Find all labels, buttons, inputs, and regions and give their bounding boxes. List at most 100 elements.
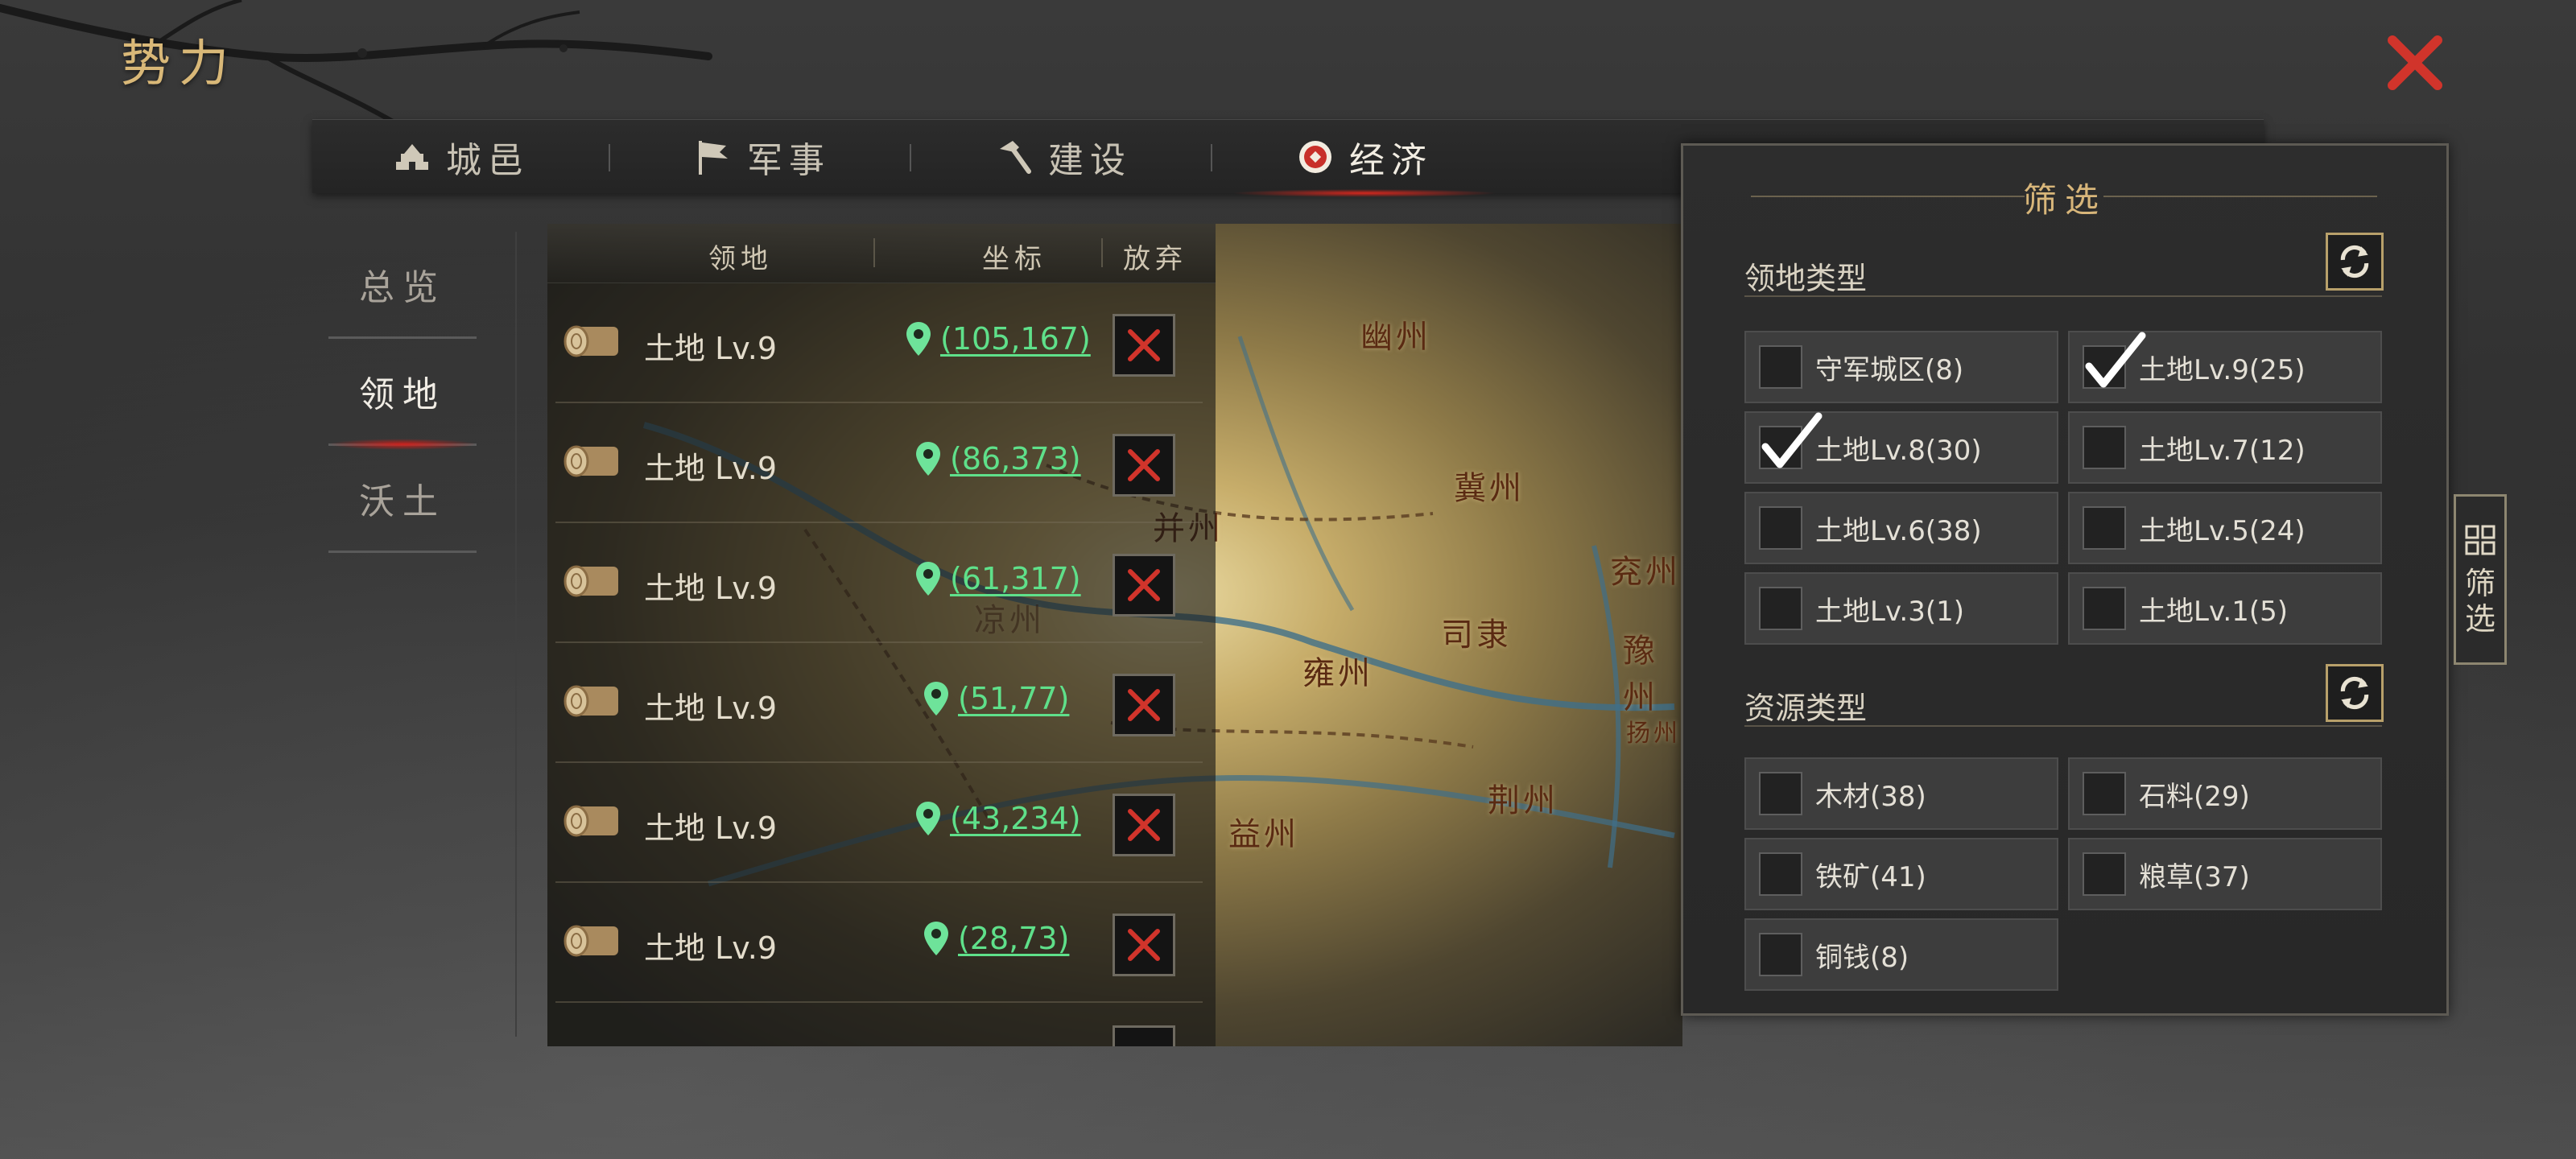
side-menu-fertile-land[interactable]: 沃土 — [328, 446, 477, 553]
coordinate-text: (86,373) — [950, 441, 1081, 476]
close-icon — [1128, 569, 1160, 601]
section-title-resource-type: 资源类型 — [1744, 691, 1868, 726]
filter-title: 筛选 — [2022, 180, 2107, 220]
filter-option-land-lv1[interactable]: 土地Lv.1(5) — [2068, 572, 2382, 645]
wood-log-icon — [564, 445, 618, 477]
tab-construction[interactable]: 建设 — [914, 120, 1212, 194]
close-icon — [1128, 329, 1160, 361]
reset-resource-filter-button[interactable] — [2326, 664, 2384, 722]
abandon-button[interactable] — [1113, 1025, 1175, 1046]
filter-option-land-lv6[interactable]: 土地Lv.6(38) — [1744, 492, 2058, 564]
close-button[interactable] — [2383, 31, 2447, 95]
coordinate-link[interactable]: (28,73) — [923, 920, 1069, 957]
abandon-button[interactable] — [1113, 674, 1175, 736]
close-icon — [1128, 929, 1160, 961]
option-label: 土地Lv.1(5) — [2139, 595, 2289, 628]
castle-icon — [396, 144, 428, 170]
table-row[interactable]: 土地 Lv.9 (28,73) — [555, 883, 1203, 1003]
tab-city[interactable]: 城邑 — [312, 120, 610, 194]
region-label: 冀州 — [1454, 470, 1525, 507]
checkbox[interactable] — [1759, 772, 1802, 815]
section-divider — [1744, 725, 2382, 727]
checkbox[interactable] — [2083, 426, 2126, 469]
option-label: 土地Lv.3(1) — [1815, 595, 1965, 628]
filter-option-grain[interactable]: 粮草(37) — [2068, 838, 2382, 910]
coordinate-link[interactable]: (105,167) — [905, 320, 1091, 357]
region-label: 豫州 — [1623, 633, 1658, 716]
side-menu-territory[interactable]: 领地 — [328, 339, 477, 450]
location-pin-icon — [924, 682, 948, 716]
option-label: 石料(29) — [2139, 780, 2250, 813]
checkmark-icon — [1761, 412, 1823, 468]
close-icon — [1128, 449, 1160, 481]
abandon-button[interactable] — [1113, 914, 1175, 976]
filter-toggle-label: 筛选 — [2464, 566, 2496, 637]
checkbox[interactable] — [2083, 587, 2126, 630]
coordinate-link[interactable]: (51,77) — [923, 680, 1069, 717]
territory-name: 土地 Lv.9 — [644, 930, 778, 966]
location-pin-icon — [916, 562, 940, 596]
side-menu-overview[interactable]: 总览 — [328, 232, 477, 339]
tab-military[interactable]: 军事 — [613, 120, 911, 194]
checkbox[interactable] — [2083, 506, 2126, 550]
abandon-button[interactable] — [1113, 314, 1175, 377]
table-header: 领地 坐标 放弃 — [547, 224, 1216, 283]
tab-label: 经济 — [1349, 140, 1433, 181]
table-row[interactable]: 土地 Lv.9 (61,317) — [555, 523, 1203, 643]
filter-option-land-lv9[interactable]: 土地Lv.9(25) — [2068, 331, 2382, 403]
filter-option-land-lv7[interactable]: 土地Lv.7(12) — [2068, 411, 2382, 484]
wood-log-icon — [564, 925, 618, 957]
reset-territory-filter-button[interactable] — [2326, 233, 2384, 291]
tab-economy[interactable]: 经济 — [1216, 120, 1513, 197]
coordinate-link[interactable]: (86,373) — [914, 440, 1081, 477]
checkbox[interactable] — [1759, 587, 1802, 630]
filter-option-stone[interactable]: 石料(29) — [2068, 757, 2382, 830]
filter-option-garrison[interactable]: 守军城区(8) — [1744, 331, 2058, 403]
territory-name: 土地 Lv.9 — [644, 331, 778, 366]
header-abandon: 放弃 — [1123, 243, 1187, 275]
title-divider — [2103, 196, 2377, 197]
location-pin-icon — [906, 322, 931, 356]
checkbox-checked[interactable] — [2083, 332, 2146, 389]
abandon-button[interactable] — [1113, 554, 1175, 617]
tab-label: 军事 — [747, 140, 831, 181]
table-row[interactable]: 土地 Lv.9 (105,167) — [555, 283, 1203, 403]
filter-option-land-lv8[interactable]: 土地Lv.8(30) — [1744, 411, 2058, 484]
checkbox[interactable] — [2083, 772, 2126, 815]
abandon-button[interactable] — [1113, 434, 1175, 497]
close-icon — [1128, 689, 1160, 721]
header-territory: 领地 — [708, 243, 773, 275]
coordinate-link[interactable]: (43,234) — [914, 800, 1081, 837]
abandon-button[interactable] — [1113, 794, 1175, 856]
table-row[interactable]: 土地 Lv.9 (51,77) — [555, 643, 1203, 763]
checkbox[interactable] — [1759, 506, 1802, 550]
filter-option-wood[interactable]: 木材(38) — [1744, 757, 2058, 830]
checkbox[interactable] — [2083, 852, 2126, 896]
territory-name: 土地 Lv.9 — [644, 810, 778, 846]
checkbox-checked[interactable] — [1759, 412, 1823, 469]
filter-toggle-tab[interactable]: 筛选 — [2454, 494, 2507, 665]
filter-option-iron[interactable]: 铁矿(41) — [1744, 838, 2058, 910]
wood-log-icon — [564, 805, 618, 837]
coin-icon — [1299, 141, 1331, 173]
header-coords: 坐标 — [982, 243, 1046, 275]
option-label: 土地Lv.8(30) — [1815, 434, 1982, 467]
checkbox[interactable] — [1759, 852, 1802, 896]
coordinate-text: (61,317) — [950, 561, 1081, 596]
side-divider — [515, 232, 517, 1037]
checkbox[interactable] — [1759, 345, 1802, 389]
filter-option-copper[interactable]: 铜钱(8) — [1744, 918, 2058, 991]
coordinate-link[interactable]: (61,317) — [914, 560, 1081, 597]
filter-option-land-lv3[interactable]: 土地Lv.3(1) — [1744, 572, 2058, 645]
grid-icon — [2465, 525, 2496, 555]
table-row[interactable]: 土地 Lv.9 (43,234) — [555, 763, 1203, 883]
wood-log-icon — [564, 685, 618, 717]
close-icon — [2388, 35, 2442, 90]
option-label: 粮草(37) — [2139, 860, 2250, 893]
region-label: 益州 — [1228, 816, 1299, 853]
checkbox[interactable] — [1759, 933, 1802, 976]
option-label: 土地Lv.9(25) — [2139, 353, 2306, 386]
location-pin-icon — [924, 922, 948, 955]
filter-option-land-lv5[interactable]: 土地Lv.5(24) — [2068, 492, 2382, 564]
table-row[interactable]: 土地 Lv.9 (86,373) — [555, 403, 1203, 523]
